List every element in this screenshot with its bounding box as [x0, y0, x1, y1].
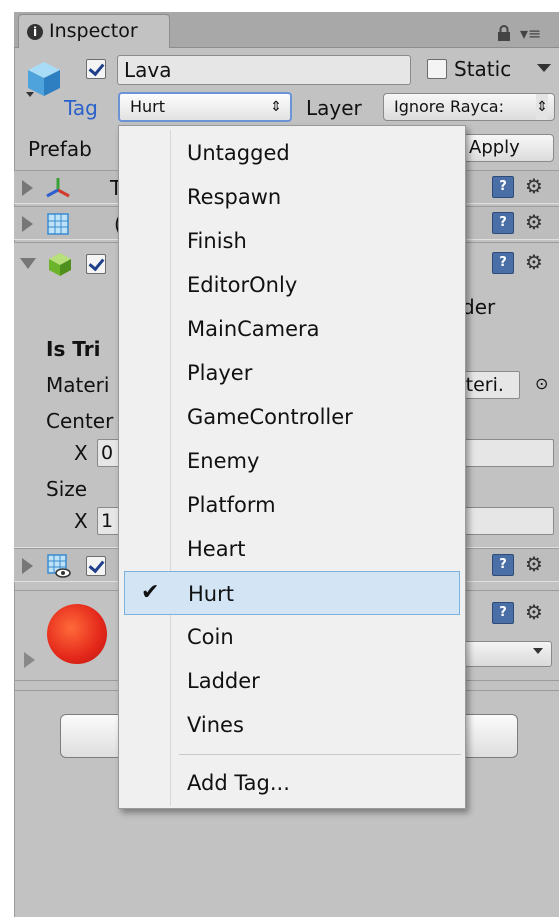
updown-arrow-icon: ⇕ — [536, 94, 548, 120]
size-x-label: X — [74, 509, 88, 533]
help-icon[interactable]: ? — [492, 252, 514, 274]
center-z-field[interactable] — [460, 439, 554, 467]
menu-item-hurt[interactable]: ✔ Hurt — [124, 571, 460, 615]
center-label: Center — [46, 409, 114, 433]
menu-item-finish[interactable]: Finish — [119, 219, 465, 263]
size-z-field[interactable] — [460, 507, 554, 535]
gear-icon[interactable]: ⚙ — [525, 252, 543, 272]
menu-item-ladder[interactable]: Ladder — [119, 659, 465, 703]
tab-inspector[interactable]: i Inspector — [18, 14, 170, 48]
menu-item-player[interactable]: Player — [119, 351, 465, 395]
chevron-down-icon — [533, 648, 543, 654]
info-icon: i — [27, 24, 43, 40]
foldout-arrow-icon[interactable] — [24, 652, 35, 668]
center-x-label: X — [74, 441, 88, 465]
apply-button[interactable]: Apply — [460, 134, 554, 162]
updown-arrow-icon: ⇕ — [270, 99, 282, 115]
foldout-arrow-icon[interactable] — [22, 558, 33, 574]
box-collider-icon — [49, 253, 71, 276]
menu-item-heart[interactable]: Heart — [119, 527, 465, 571]
help-icon[interactable]: ? — [492, 554, 514, 576]
lock-icon[interactable] — [497, 25, 511, 41]
collider-partial-label: der — [462, 295, 496, 319]
static-label: Static — [454, 57, 512, 81]
material-preview — [47, 604, 107, 664]
menu-item-hurt-label: Hurt — [188, 582, 234, 606]
menu-item-platform[interactable]: Platform — [119, 483, 465, 527]
help-icon[interactable]: ? — [492, 176, 514, 198]
active-checkbox[interactable] — [86, 59, 106, 79]
transform-icon — [46, 178, 70, 198]
material-label: Materi — [46, 373, 110, 397]
tag-popup[interactable]: Hurt ⇕ — [118, 92, 292, 122]
menu-item-maincamera[interactable]: MainCamera — [119, 307, 465, 351]
tag-dropdown-menu: Untagged Respawn Finish EditorOnly MainC… — [118, 125, 466, 809]
menu-item-gamecontroller[interactable]: GameController — [119, 395, 465, 439]
grid-icon — [47, 213, 69, 235]
object-picker-icon[interactable]: ⊙ — [535, 372, 548, 396]
foldout-arrow-icon[interactable] — [22, 216, 33, 232]
static-checkbox[interactable] — [427, 59, 447, 79]
check-icon: ✔ — [141, 580, 160, 605]
gear-icon[interactable]: ⚙ — [525, 212, 543, 232]
help-icon[interactable]: ? — [492, 602, 514, 624]
mesh-renderer-enabled-checkbox[interactable] — [86, 556, 106, 576]
cube-icon — [26, 62, 60, 97]
tag-popup-value: Hurt — [130, 97, 166, 116]
menu-separator — [179, 754, 461, 755]
foldout-arrow-icon[interactable] — [22, 180, 33, 196]
size-label: Size — [46, 477, 88, 501]
layer-label: Layer — [306, 96, 362, 120]
static-dropdown-arrow-icon[interactable] — [537, 64, 551, 72]
menu-item-untagged[interactable]: Untagged — [119, 131, 465, 175]
gear-icon[interactable]: ⚙ — [525, 176, 543, 196]
prefab-label: Prefab — [28, 137, 92, 161]
menu-item-enemy[interactable]: Enemy — [119, 439, 465, 483]
layer-popup-value: Ignore Rayca: — [394, 97, 504, 116]
menu-item-editoronly[interactable]: EditorOnly — [119, 263, 465, 307]
menu-item-coin[interactable]: Coin — [119, 615, 465, 659]
menu-item-vines[interactable]: Vines — [119, 703, 465, 747]
is-trigger-label: Is Tri — [46, 337, 101, 361]
menu-icon[interactable]: ▾≡ — [520, 24, 541, 43]
layer-popup[interactable]: Ignore Rayca: ⇕ — [383, 93, 555, 121]
box-collider-enabled-checkbox[interactable] — [86, 254, 106, 274]
tab-inspector-label: Inspector — [49, 20, 138, 42]
foldout-arrow-icon[interactable] — [20, 258, 36, 269]
menu-item-respawn[interactable]: Respawn — [119, 175, 465, 219]
mesh-renderer-icon — [47, 554, 71, 578]
tag-label: Tag — [64, 96, 98, 120]
help-icon[interactable]: ? — [492, 212, 514, 234]
menu-item-add-tag[interactable]: Add Tag... — [119, 761, 465, 805]
object-name-field[interactable]: Lava — [117, 55, 411, 85]
gear-icon[interactable]: ⚙ — [525, 602, 543, 622]
gear-icon[interactable]: ⚙ — [525, 554, 543, 574]
